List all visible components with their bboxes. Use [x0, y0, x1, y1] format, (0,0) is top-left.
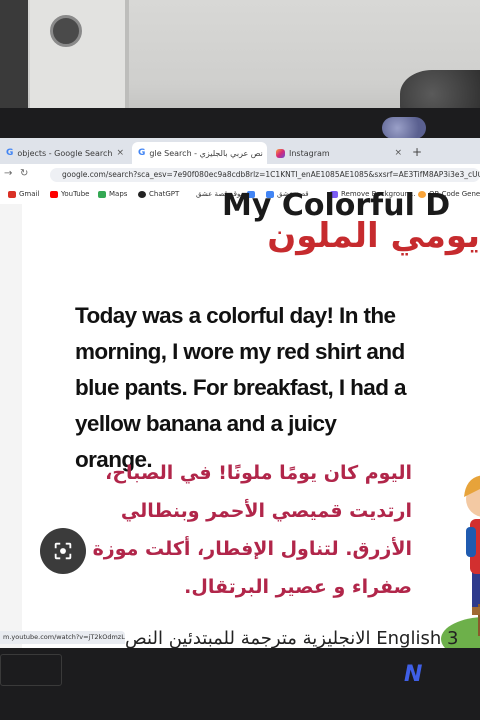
close-icon[interactable]: ×	[116, 148, 124, 158]
page-caption: الانجليزية مترجمة للمبتدئين النص English…	[125, 628, 459, 648]
tab-label: gle Search - نص عربي بالجليزي	[149, 148, 263, 158]
bookmark-gmail[interactable]: Gmail	[8, 190, 39, 198]
lens-icon	[54, 542, 72, 560]
tab-google-search[interactable]: G gle Search - نص عربي بالجليزي ×	[132, 142, 267, 164]
monitor-brand-logo: N	[404, 662, 423, 687]
bezel-plate	[0, 654, 62, 686]
bookmark-youtube[interactable]: YouTube	[50, 190, 89, 198]
maps-icon	[98, 190, 106, 198]
title-arabic: يومي الملون	[267, 216, 480, 256]
wall-door	[30, 0, 129, 120]
google-g-icon: G	[138, 148, 146, 158]
cartoon-child-illustration	[441, 475, 480, 648]
reload-icon[interactable]: ↻	[20, 168, 28, 179]
address-bar-row: → ↻ google.com/search?sca_esv=7e90f080ec…	[0, 164, 480, 186]
forward-icon[interactable]: →	[4, 168, 12, 179]
page-left-strip	[0, 204, 23, 648]
story-image: My Colorful D يومي الملون Today was a co…	[22, 188, 480, 648]
tab-label: Instagram	[289, 148, 330, 158]
wall-knob	[50, 15, 82, 47]
gmail-icon	[8, 190, 16, 198]
tab-bar: G objects - Google Search × G gle Search…	[0, 138, 480, 164]
bookmark-label: YouTube	[61, 190, 90, 198]
tab-label: objects - Google Search	[17, 148, 113, 158]
tab-instagram[interactable]: Instagram ×	[270, 142, 408, 164]
link-status-bar: m.youtube.com/watch?v=jT2kOdmzLzU	[0, 631, 125, 644]
youtube-icon	[50, 190, 58, 198]
story-arabic: اليوم كان يومًا ملونًا! في الصباح، ارتدي…	[92, 462, 412, 598]
bookmark-maps[interactable]: Maps	[98, 190, 127, 198]
webcam	[382, 117, 426, 139]
bookmark-chatgpt[interactable]: ChatGPT	[138, 190, 179, 198]
story-english: Today was a colorful day! In the morning…	[75, 303, 407, 472]
google-g-icon: G	[6, 148, 14, 158]
tab-objects-search[interactable]: G objects - Google Search ×	[0, 142, 130, 164]
bookmark-label: Maps	[109, 190, 128, 198]
bookmark-label: ChatGPT	[149, 190, 180, 198]
url-input[interactable]: google.com/search?sca_esv=7e90f080ec9a8c…	[50, 168, 480, 182]
lens-search-button[interactable]	[40, 528, 86, 574]
close-icon[interactable]: ×	[394, 148, 402, 158]
bookmark-label: Gmail	[19, 190, 40, 198]
instagram-icon	[276, 148, 285, 158]
chatgpt-icon	[138, 190, 146, 198]
new-tab-button[interactable]: +	[412, 145, 422, 159]
